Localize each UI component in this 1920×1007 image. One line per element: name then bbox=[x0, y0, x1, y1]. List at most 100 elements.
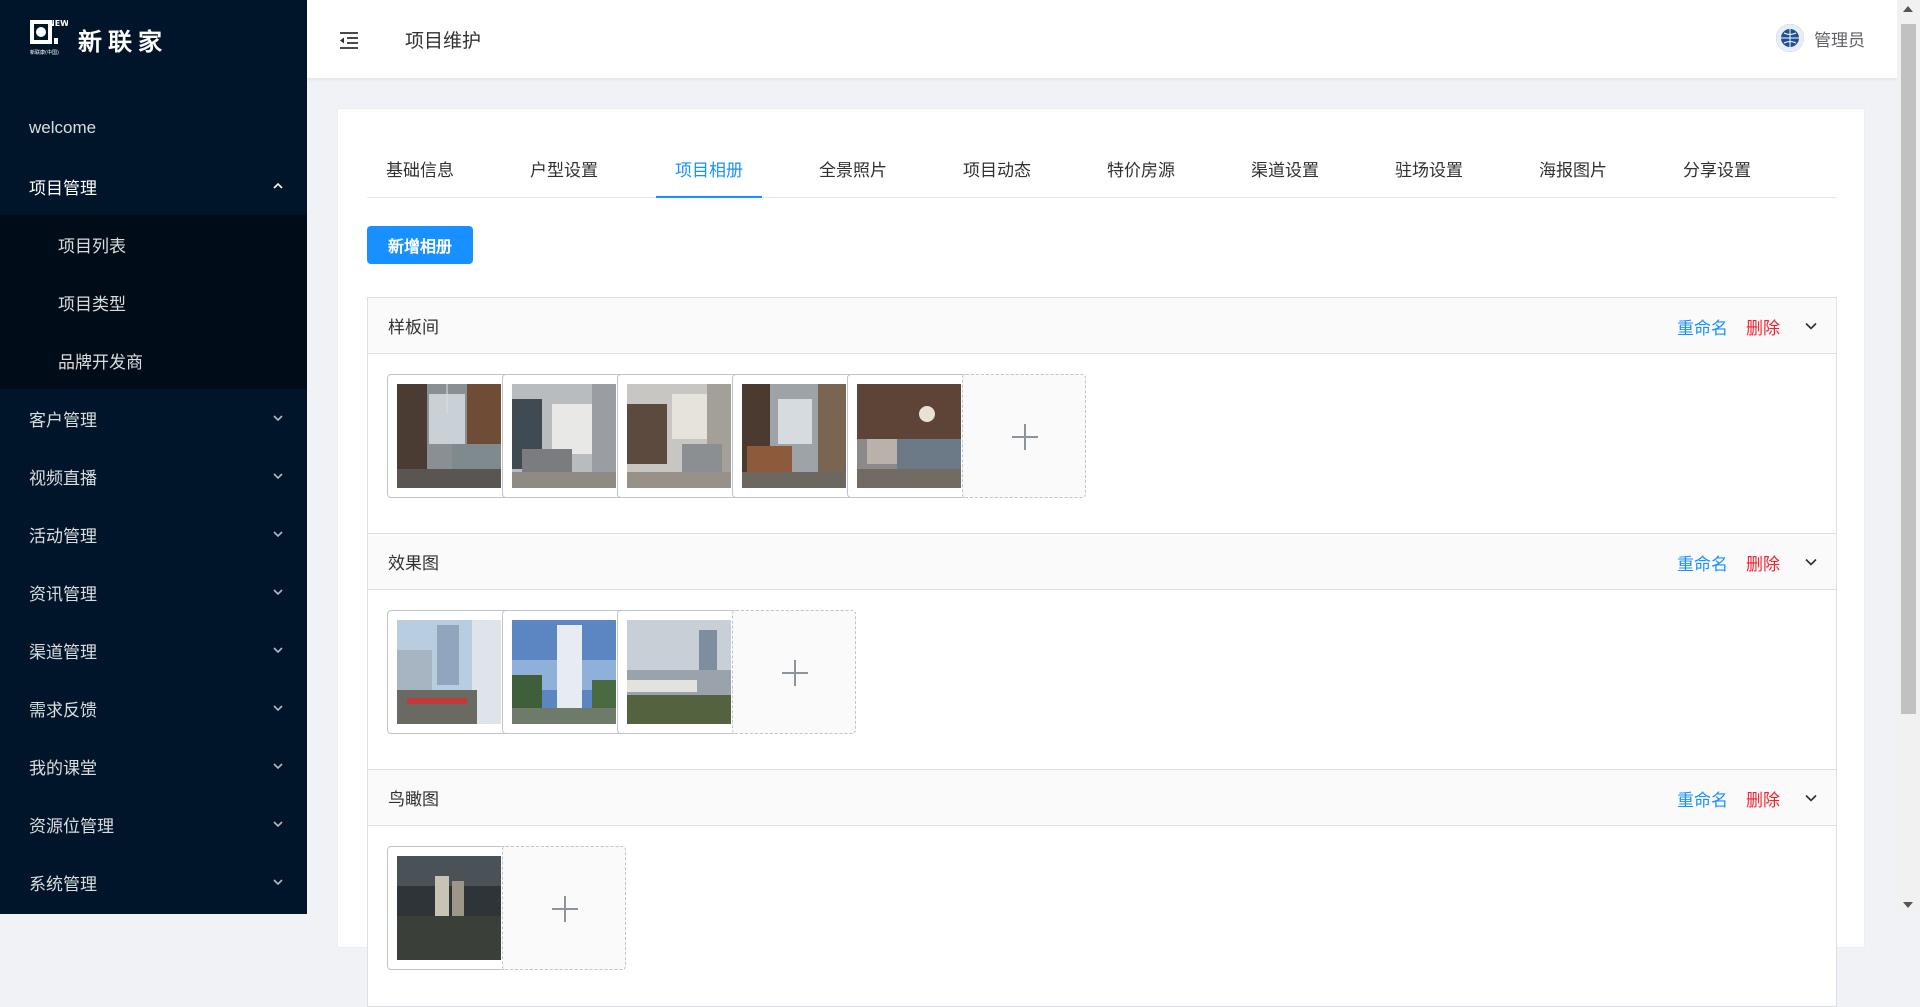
photo-thumbnail[interactable] bbox=[387, 610, 511, 734]
album-photos bbox=[368, 590, 1836, 770]
brand-mark-icon: NEW 新联康(中国) bbox=[28, 18, 69, 60]
scroll-down-arrow-icon[interactable] bbox=[1903, 902, 1913, 908]
page-scrollbar[interactable] bbox=[1897, 0, 1920, 914]
menu-fold-icon[interactable] bbox=[337, 28, 361, 52]
menu-item-my-classroom[interactable]: 我的课堂 bbox=[0, 737, 307, 795]
upload-photo-button[interactable] bbox=[962, 374, 1086, 498]
interior-photo bbox=[857, 384, 961, 488]
add-album-button[interactable]: 新增相册 bbox=[367, 226, 473, 264]
menu-label: 视频直播 bbox=[29, 468, 97, 488]
upload-photo-button[interactable] bbox=[502, 846, 626, 970]
tab-special-offers[interactable]: 特价房源 bbox=[1088, 145, 1194, 197]
menu-item-welcome[interactable]: welcome bbox=[0, 99, 307, 157]
tab-unit-settings[interactable]: 户型设置 bbox=[511, 145, 617, 197]
menu-label: 活动管理 bbox=[29, 526, 97, 546]
album-actions: 重命名 删除 bbox=[1677, 534, 1818, 590]
interior-photo bbox=[397, 384, 501, 488]
menu-label: 需求反馈 bbox=[29, 700, 97, 720]
album-photos bbox=[368, 826, 1836, 1006]
menu-item-system-management[interactable]: 系统管理 bbox=[0, 853, 307, 911]
album-title: 鸟瞰图 bbox=[388, 790, 439, 809]
tab-onsite-settings[interactable]: 驻场设置 bbox=[1376, 145, 1482, 197]
chevron-down-icon bbox=[273, 647, 283, 654]
photo-thumbnail[interactable] bbox=[502, 610, 626, 734]
photo-thumbnail[interactable] bbox=[617, 374, 741, 498]
album-actions: 重命名 删除 bbox=[1677, 770, 1818, 826]
menu-item-activity-management[interactable]: 活动管理 bbox=[0, 505, 307, 563]
album-panel: 鸟瞰图 重命名 删除 bbox=[367, 769, 1837, 1007]
aerial-photo bbox=[397, 856, 501, 960]
tab-share-settings[interactable]: 分享设置 bbox=[1664, 145, 1770, 197]
scrollbar-thumb[interactable] bbox=[1901, 24, 1916, 714]
menu-label: welcome bbox=[29, 118, 97, 137]
chevron-down-icon bbox=[273, 821, 283, 828]
project-tabs: 基础信息 户型设置 项目相册 全景照片 项目动态 特价房源 渠道设置 驻场设置 … bbox=[367, 145, 1837, 198]
photo-thumbnail[interactable] bbox=[502, 374, 626, 498]
delete-button[interactable]: 删除 bbox=[1746, 786, 1780, 811]
plus-icon bbox=[1012, 424, 1038, 450]
chevron-down-icon[interactable] bbox=[1804, 555, 1818, 569]
chevron-down-icon bbox=[273, 531, 283, 538]
chevron-down-icon[interactable] bbox=[1804, 791, 1818, 805]
album-title: 效果图 bbox=[388, 554, 439, 573]
logo-word: NEW bbox=[48, 19, 68, 28]
album-header[interactable]: 样板间 重命名 删除 bbox=[368, 298, 1836, 354]
avatar bbox=[1776, 24, 1804, 52]
menu-item-feedback[interactable]: 需求反馈 bbox=[0, 679, 307, 737]
menu-label: 品牌开发商 bbox=[58, 352, 143, 372]
photo-thumbnail[interactable] bbox=[847, 374, 971, 498]
menu-item-resource-slots[interactable]: 资源位管理 bbox=[0, 795, 307, 853]
photo-thumbnail[interactable] bbox=[732, 374, 856, 498]
chevron-down-icon bbox=[273, 879, 283, 886]
menu-label: 项目列表 bbox=[58, 236, 126, 256]
delete-button[interactable]: 删除 bbox=[1746, 550, 1780, 575]
chevron-down-icon[interactable] bbox=[1804, 319, 1818, 333]
rename-button[interactable]: 重命名 bbox=[1677, 786, 1728, 811]
plus-icon bbox=[782, 660, 808, 686]
render-photo bbox=[627, 620, 731, 724]
album-header[interactable]: 鸟瞰图 重命名 删除 bbox=[368, 770, 1836, 826]
tab-project-news[interactable]: 项目动态 bbox=[944, 145, 1050, 197]
interior-photo bbox=[512, 384, 616, 488]
active-tab-indicator bbox=[656, 196, 762, 198]
album-panel: 效果图 重命名 删除 bbox=[367, 533, 1837, 771]
menu-item-channel-management[interactable]: 渠道管理 bbox=[0, 621, 307, 679]
delete-button[interactable]: 删除 bbox=[1746, 314, 1780, 339]
album-title: 样板间 bbox=[388, 318, 439, 337]
chevron-up-icon bbox=[273, 182, 283, 189]
render-photo bbox=[397, 620, 501, 724]
brand-logo[interactable]: NEW 新联康(中国) 新联家 bbox=[28, 16, 168, 62]
chevron-down-icon bbox=[273, 415, 283, 422]
photo-thumbnail[interactable] bbox=[617, 610, 741, 734]
scroll-up-arrow-icon[interactable] bbox=[1903, 6, 1913, 12]
album-photos bbox=[368, 354, 1836, 534]
submenu-item-brand-developer[interactable]: 品牌开发商 bbox=[0, 331, 307, 389]
sidebar: NEW 新联康(中国) 新联家 welcome 项目管理 项目列表 项目类型 品… bbox=[0, 0, 307, 914]
user-menu[interactable]: 管理员 bbox=[1776, 24, 1865, 52]
album-panel: 样板间 重命名 删除 bbox=[367, 297, 1837, 535]
interior-photo bbox=[627, 384, 731, 488]
upload-photo-button[interactable] bbox=[732, 610, 856, 734]
rename-button[interactable]: 重命名 bbox=[1677, 314, 1728, 339]
album-header[interactable]: 效果图 重命名 删除 bbox=[368, 534, 1836, 590]
top-header: 项目维护 管理员 bbox=[307, 0, 1897, 78]
rename-button[interactable]: 重命名 bbox=[1677, 550, 1728, 575]
menu-label: 渠道管理 bbox=[29, 642, 97, 662]
menu-item-video-live[interactable]: 视频直播 bbox=[0, 447, 307, 505]
menu-item-project-management[interactable]: 项目管理 bbox=[0, 157, 307, 215]
submenu-item-project-list[interactable]: 项目列表 bbox=[0, 215, 307, 273]
photo-thumbnail[interactable] bbox=[387, 846, 511, 970]
menu-item-news-management[interactable]: 资讯管理 bbox=[0, 563, 307, 621]
menu-label: 资源位管理 bbox=[29, 816, 114, 836]
menu-item-customer-management[interactable]: 客户管理 bbox=[0, 389, 307, 447]
photo-thumbnail[interactable] bbox=[387, 374, 511, 498]
tab-project-album[interactable]: 项目相册 bbox=[656, 145, 762, 197]
tab-channel-settings[interactable]: 渠道设置 bbox=[1232, 145, 1338, 197]
tab-panorama[interactable]: 全景照片 bbox=[800, 145, 906, 197]
plus-icon bbox=[552, 896, 578, 922]
tab-poster-images[interactable]: 海报图片 bbox=[1520, 145, 1626, 197]
tab-basic-info[interactable]: 基础信息 bbox=[367, 145, 473, 197]
interior-photo bbox=[742, 384, 846, 488]
submenu-item-project-type[interactable]: 项目类型 bbox=[0, 273, 307, 331]
menu-label: 系统管理 bbox=[29, 874, 97, 894]
